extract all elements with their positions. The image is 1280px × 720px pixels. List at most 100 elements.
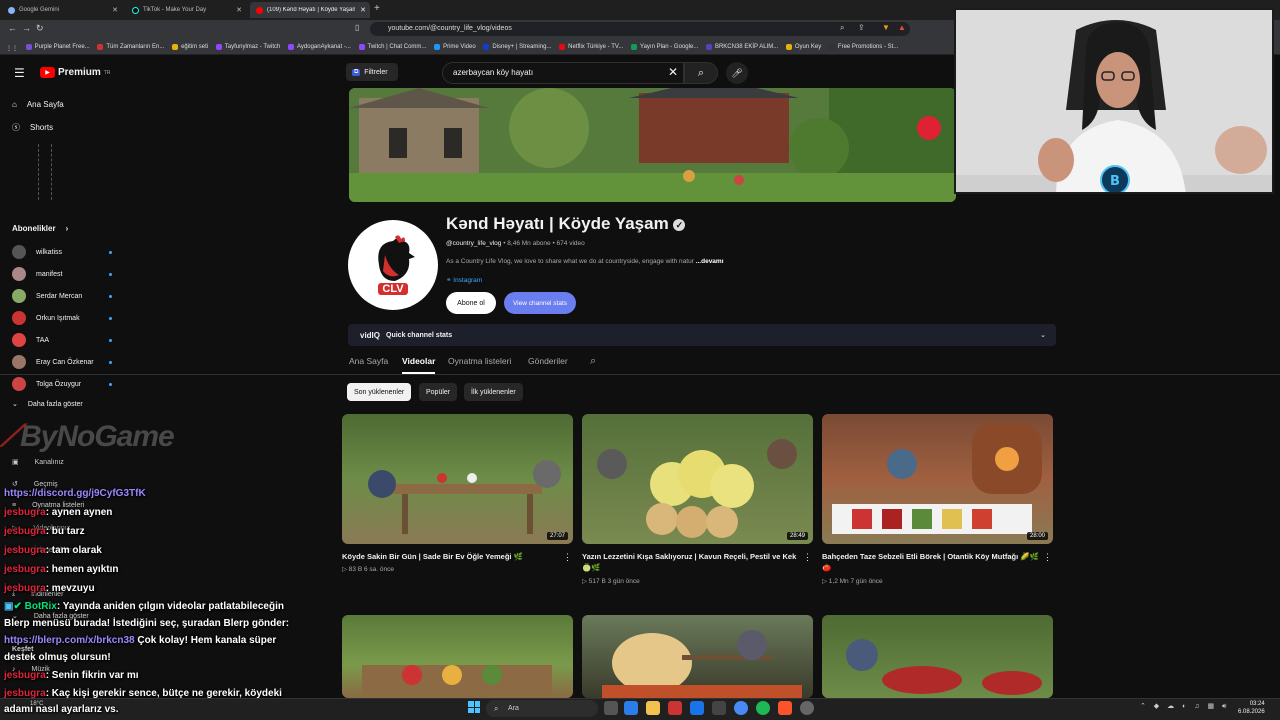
tab-videos[interactable]: Videolar — [402, 352, 436, 374]
channel-description[interactable]: As a Country Life Vlog, we love to share… — [446, 258, 724, 265]
sidebar-item-history[interactable]: ↺ Geçmiş — [12, 480, 112, 489]
bookmark-item[interactable]: Disney+ | Streaming... — [483, 38, 551, 54]
back-icon[interactable]: ← — [8, 23, 17, 33]
chrome-icon[interactable] — [734, 701, 748, 715]
bookmark-item[interactable]: BRKCN38 EKİP ALIM... — [705, 38, 778, 54]
bookmark-item[interactable]: Netflix Türkiye - TV... — [559, 38, 623, 54]
browser-tab-active[interactable]: (109) Kənd Həyatı | Köyde Yaşam ✕ — [250, 2, 370, 18]
address-bar[interactable]: youtube.com/@country_life_vlog/videos — [370, 22, 910, 36]
search-button[interactable]: ⌕ — [684, 62, 718, 84]
sidebar-item-your-channel[interactable]: ▣ Kanalınız — [12, 458, 112, 467]
sidebar-subscription[interactable]: Orkun Işıtmak — [12, 311, 112, 325]
bookmark-item[interactable]: Twitch | Chat Comm... — [358, 38, 426, 54]
video-title[interactable]: Köyde Sakin Bir Gün | Sade Bir Ev Öğle Y… — [342, 551, 562, 562]
clear-icon[interactable]: ✕ — [668, 65, 678, 79]
avatar — [12, 311, 26, 325]
bookmark-item[interactable]: Purple Planet Free... — [25, 38, 90, 54]
system-tray-icons[interactable]: ⌃ ◆ ☁ ◐ ♫ ▦ 🔊︎ — [1140, 702, 1229, 711]
windows-start-icon[interactable] — [468, 701, 480, 713]
rewards-icon[interactable]: ▲ — [898, 23, 906, 32]
video-thumbnail[interactable]: 28:00 — [822, 414, 1053, 544]
search-input[interactable]: azerbaycan köy hayatı — [442, 62, 684, 84]
avatar — [12, 377, 26, 391]
video-thumbnail[interactable] — [822, 615, 1053, 698]
voice-search-button[interactable]: 🎤︎ — [726, 62, 748, 84]
chip-popular[interactable]: Popüler — [419, 383, 458, 401]
channel-link[interactable]: ⚭ Instagram — [446, 276, 482, 284]
sidebar-item-shorts[interactable]: ⓢ Shorts — [12, 122, 53, 133]
zoom-icon[interactable]: ⌕ — [840, 23, 844, 33]
app-icon[interactable] — [712, 701, 726, 715]
thumbnail-image — [368, 460, 561, 534]
sidebar-subscription[interactable]: wilkatiss — [12, 245, 112, 259]
close-icon[interactable]: ✕ — [360, 6, 366, 14]
sidebar-subscription[interactable]: Tolga Özuygur — [12, 377, 112, 391]
bookmark-item[interactable]: Oyun Key — [785, 38, 821, 54]
bookmark-icon[interactable]: ▯ — [355, 23, 359, 32]
bookmark-item[interactable]: Prime Video — [434, 38, 476, 54]
taskbar-search[interactable]: ⌕ Ara — [486, 700, 598, 717]
video-title[interactable]: Yazın Lezzetini Kışa Saklıyoruz | Kavun … — [582, 551, 802, 573]
close-icon[interactable]: ✕ — [112, 6, 118, 14]
sidebar-subscription[interactable]: TAA — [12, 333, 112, 347]
more-options-icon[interactable]: ⋮ — [803, 552, 812, 563]
sidebar-subscription[interactable]: manifest — [12, 267, 112, 281]
thumbnail-image — [602, 630, 802, 698]
spotify-icon[interactable] — [756, 701, 770, 715]
bookmark-item[interactable]: Free Promotions - St... — [828, 38, 898, 54]
app-icon[interactable] — [668, 701, 682, 715]
bookmark-item[interactable]: Tüm Zamanların En... — [97, 38, 164, 54]
sidebar-subscription[interactable]: Eray Can Özkenar — [12, 355, 112, 369]
new-tab-button[interactable]: + — [374, 3, 380, 14]
chat-message: https://discord.gg/j9CyfG3TfK — [4, 488, 146, 499]
video-thumbnail[interactable]: 28:49 — [582, 414, 813, 544]
youtube-logo[interactable]: ▶ Premium TR — [40, 67, 110, 78]
streamer-camera-image: B — [956, 10, 1272, 192]
sidebar-item-home[interactable]: ⌂ Ana Sayfa — [12, 100, 64, 109]
browser-tab[interactable]: Google Gemini ✕ — [2, 2, 122, 18]
vidiq-quick-stats-bar[interactable]: vidIQ Quick channel stats ⌄ — [348, 324, 1056, 346]
mic-icon: 🎤︎ — [731, 67, 743, 78]
chip-oldest[interactable]: İlk yüklenenler — [464, 383, 523, 401]
channel-icon: ▣ — [12, 459, 19, 466]
store-icon[interactable] — [690, 701, 704, 715]
new-content-dot — [109, 382, 112, 386]
task-view-icon[interactable] — [604, 701, 618, 715]
obs-icon[interactable] — [800, 701, 814, 715]
menu-icon[interactable]: ☰ — [14, 66, 25, 80]
bookmark-item[interactable]: AydoganAykanat -... — [288, 38, 351, 54]
share-icon[interactable]: ⇪ — [858, 23, 865, 32]
video-thumbnail[interactable] — [582, 615, 813, 698]
subscriptions-heading[interactable]: Abonelikler › — [12, 224, 68, 233]
video-title[interactable]: Bahçeden Taze Sebzeli Etli Börek | Otant… — [822, 551, 1042, 573]
filters-button[interactable]: ⧉ Filtreler — [346, 63, 398, 81]
tab-home[interactable]: Ana Sayfa — [349, 352, 388, 374]
apps-icon[interactable]: ⋮⋮ — [6, 40, 18, 55]
copilot-icon[interactable] — [624, 701, 638, 715]
browser-tab[interactable]: TikTok - Make Your Day ✕ — [126, 2, 246, 18]
close-icon[interactable]: ✕ — [236, 6, 242, 14]
taskbar-clock[interactable]: 03:24 6.08.2026 — [1238, 700, 1265, 716]
brave-shield-icon[interactable]: ▼ — [882, 23, 890, 32]
forward-icon[interactable]: → — [22, 23, 31, 33]
thumbnail-image — [362, 665, 552, 695]
tab-playlists[interactable]: Oynatma listeleri — [448, 352, 511, 374]
channel-search-icon[interactable]: ⌕ — [590, 352, 596, 374]
more-options-icon[interactable]: ⋮ — [563, 552, 572, 563]
video-thumbnail[interactable]: 27:07 — [342, 414, 573, 544]
sidebar-show-more[interactable]: ⌄ Daha fazla göster — [12, 400, 112, 409]
bookmark-item[interactable]: eğitim seti — [172, 38, 208, 54]
reload-icon[interactable]: ↻ — [36, 23, 44, 34]
bookmark-item[interactable]: Tayfunylmaz - Twitch — [215, 38, 280, 54]
brave-icon[interactable] — [778, 701, 792, 715]
tab-posts[interactable]: Gönderiler — [528, 352, 568, 374]
bookmark-item[interactable]: Yayın Plan - Google... — [631, 38, 698, 54]
chip-latest[interactable]: Son yüklenenler — [347, 383, 412, 401]
channel-avatar[interactable]: CLV — [348, 220, 438, 310]
file-explorer-icon[interactable] — [646, 701, 660, 715]
subscribe-button[interactable]: Abone ol — [446, 292, 496, 314]
more-options-icon[interactable]: ⋮ — [1043, 552, 1052, 563]
video-thumbnail[interactable] — [342, 615, 573, 698]
sidebar-subscription[interactable]: Serdar Mercan — [12, 289, 112, 303]
view-channel-stats-button[interactable]: View channel stats — [504, 292, 576, 314]
